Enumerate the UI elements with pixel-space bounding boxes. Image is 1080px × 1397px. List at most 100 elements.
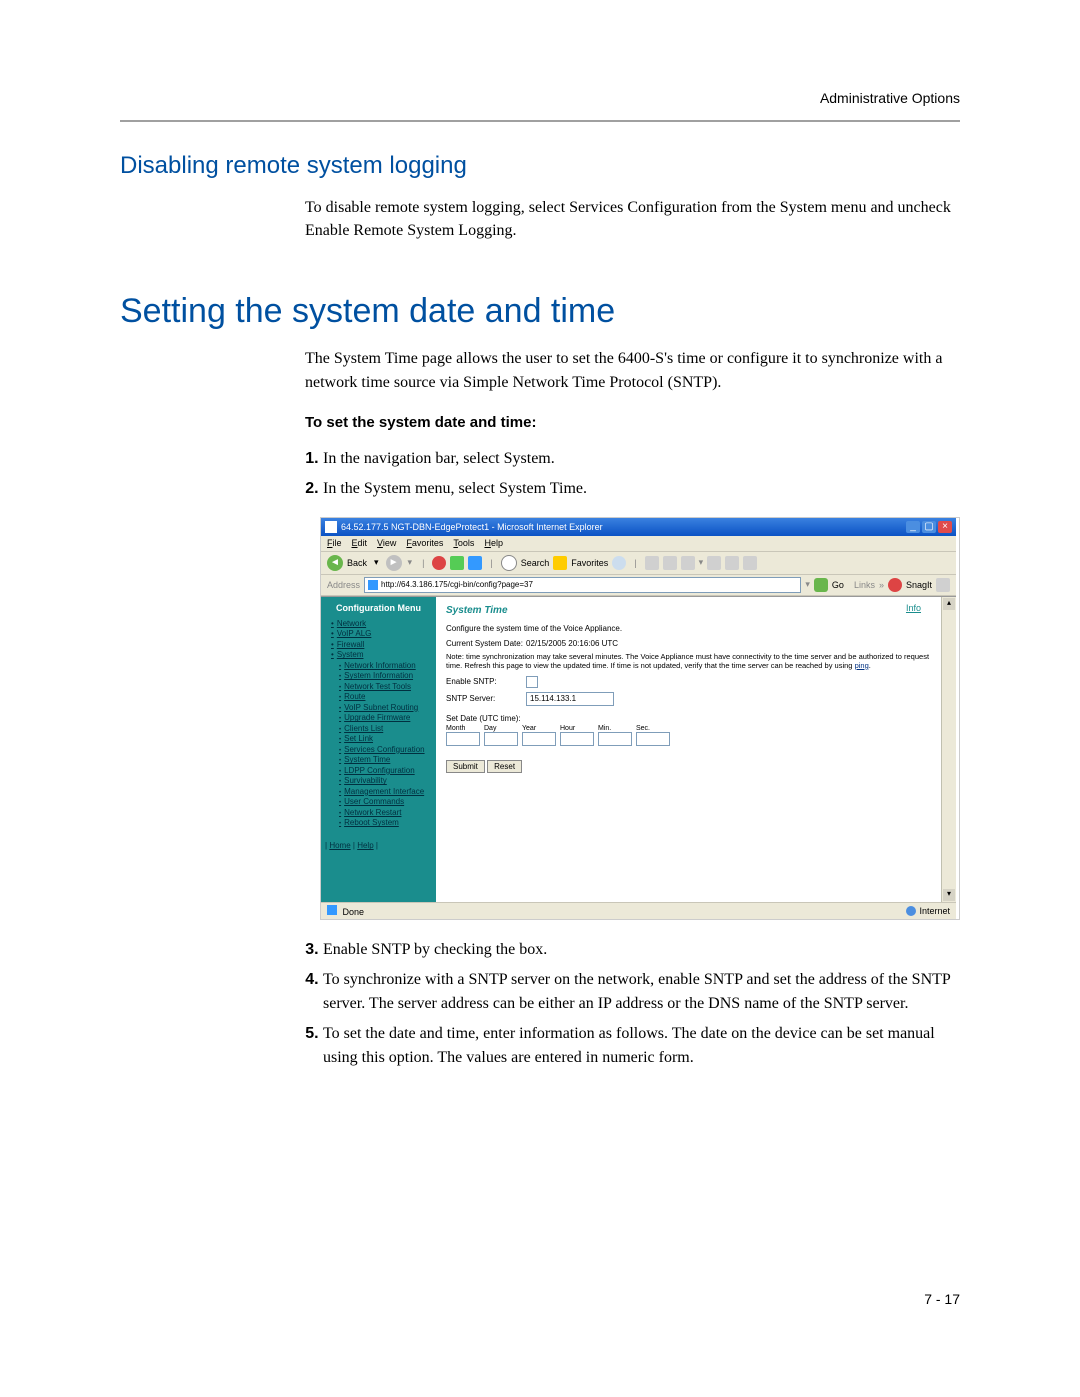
refresh-icon[interactable] xyxy=(450,556,464,570)
page-icon xyxy=(368,580,378,590)
search-icon[interactable] xyxy=(501,555,517,571)
go-button[interactable] xyxy=(814,578,828,592)
nav-item-network[interactable]: Network xyxy=(331,619,432,628)
status-done: Done xyxy=(343,907,365,917)
step-item: Enable SNTP by checking the box. xyxy=(323,938,960,962)
step-item: To synchronize with a SNTP server on the… xyxy=(323,968,960,1016)
menu-tools[interactable]: Tools xyxy=(453,538,474,548)
status-zone: Internet xyxy=(919,906,950,916)
menu-view[interactable]: View xyxy=(377,538,396,548)
menu-file[interactable]: File xyxy=(327,538,342,548)
snagit-icon[interactable] xyxy=(888,578,902,592)
page-icon xyxy=(327,905,337,915)
section-heading-setting-time: Setting the system date and time xyxy=(120,292,960,331)
back-button[interactable]: ◄ xyxy=(327,555,343,571)
favorites-icon[interactable] xyxy=(553,556,567,570)
sntp-server-input[interactable]: 15.114.133.1 xyxy=(526,692,614,706)
msgr-icon[interactable] xyxy=(725,556,739,570)
menu-edit[interactable]: Edit xyxy=(352,538,368,548)
nav-item-voip-alg[interactable]: VoIP ALG xyxy=(331,629,432,638)
panel-description: Configure the system time of the Voice A… xyxy=(446,624,931,633)
minimize-button[interactable]: _ xyxy=(906,521,920,533)
info-link[interactable]: Info xyxy=(906,603,921,613)
nav-item-system[interactable]: System xyxy=(331,650,432,659)
menu-help[interactable]: Help xyxy=(484,538,503,548)
ie-content-area: Configuration Menu Network VoIP ALG Fire… xyxy=(321,596,956,902)
steps-list-after: Enable SNTP by checking the box. To sync… xyxy=(295,938,960,1070)
nav-sub-item[interactable]: Route xyxy=(331,692,432,701)
print-icon[interactable] xyxy=(663,556,677,570)
edit-icon[interactable] xyxy=(681,556,695,570)
nav-sub-item[interactable]: System Information xyxy=(331,671,432,680)
min-input[interactable] xyxy=(598,732,632,746)
vertical-scrollbar[interactable]: ▴ ▾ xyxy=(941,597,956,902)
ie-toolbar: ◄ Back ▾ ► ▾ | | Search Favorites | ▾ xyxy=(321,552,956,575)
nav-sub-item[interactable]: Reboot System xyxy=(331,818,432,827)
menu-favorites[interactable]: Favorites xyxy=(406,538,443,548)
sec-input[interactable] xyxy=(636,732,670,746)
nav-sub-item[interactable]: LDPP Configuration xyxy=(331,766,432,775)
search-label: Search xyxy=(521,558,550,568)
nav-sub-item[interactable]: Network Restart xyxy=(331,808,432,817)
page-header-right: Administrative Options xyxy=(820,90,960,106)
nav-footer: | Home | Help | xyxy=(325,841,432,850)
submit-button[interactable]: Submit xyxy=(446,760,485,773)
col-day: Day xyxy=(484,725,496,732)
discuss-icon[interactable] xyxy=(707,556,721,570)
enable-sntp-checkbox[interactable] xyxy=(526,676,538,688)
section1-body: To disable remote system logging, select… xyxy=(305,196,960,242)
close-button[interactable]: × xyxy=(938,521,952,533)
history-icon[interactable] xyxy=(612,556,626,570)
nav-sub-item[interactable]: System Time xyxy=(331,755,432,764)
reset-button[interactable]: Reset xyxy=(487,760,522,773)
address-value: http://64.3.186.175/cgi-bin/config?page=… xyxy=(381,580,533,589)
address-input[interactable]: http://64.3.186.175/cgi-bin/config?page=… xyxy=(364,577,801,593)
step-item: In the System menu, select System Time. xyxy=(323,477,960,501)
maximize-button[interactable]: ▢ xyxy=(922,521,936,533)
nav-sub-item[interactable]: Network Test Tools xyxy=(331,682,432,691)
snagit-label: SnagIt xyxy=(906,580,932,590)
favorites-label: Favorites xyxy=(571,558,608,568)
panel-content: System Time Info Configure the system ti… xyxy=(436,597,941,902)
links-label: Links xyxy=(854,580,875,590)
ie-window: 64.52.177.5 NGT-DBN-EdgeProtect1 - Micro… xyxy=(321,518,956,919)
ping-link[interactable]: ping xyxy=(855,661,869,670)
month-input[interactable] xyxy=(446,732,480,746)
year-input[interactable] xyxy=(522,732,556,746)
nav-sub-item[interactable]: Set Link xyxy=(331,734,432,743)
current-date-label: Current System Date: xyxy=(446,639,526,648)
nav-home-link[interactable]: Home xyxy=(329,841,350,850)
mail-icon[interactable] xyxy=(645,556,659,570)
snagit-extra-icon[interactable] xyxy=(936,578,950,592)
extra-icon[interactable] xyxy=(743,556,757,570)
nav-sub-item[interactable]: Clients List xyxy=(331,724,432,733)
screenshot-figure: 64.52.177.5 NGT-DBN-EdgeProtect1 - Micro… xyxy=(320,517,960,920)
nav-sub-item[interactable]: VoIP Subnet Routing xyxy=(331,703,432,712)
go-label: Go xyxy=(832,580,844,590)
home-icon[interactable] xyxy=(468,556,482,570)
day-input[interactable] xyxy=(484,732,518,746)
nav-help-link[interactable]: Help xyxy=(357,841,373,850)
stop-icon[interactable] xyxy=(432,556,446,570)
nav-heading: Configuration Menu xyxy=(325,603,432,613)
nav-sub-item[interactable]: Services Configuration xyxy=(331,745,432,754)
globe-icon xyxy=(906,906,916,916)
ie-app-icon xyxy=(325,521,337,533)
nav-sub-item[interactable]: Management Interface xyxy=(331,787,432,796)
scroll-down-icon[interactable]: ▾ xyxy=(943,889,955,901)
current-date-value: 02/15/2005 20:16:06 UTC xyxy=(526,639,618,648)
nav-sub-item[interactable]: Survivability xyxy=(331,776,432,785)
nav-item-firewall[interactable]: Firewall xyxy=(331,640,432,649)
scroll-up-icon[interactable]: ▴ xyxy=(943,598,955,610)
dropdown-icon[interactable]: ▾ xyxy=(374,557,379,568)
ie-titlebar: 64.52.177.5 NGT-DBN-EdgeProtect1 - Micro… xyxy=(321,518,956,536)
nav-sub-item[interactable]: User Commands xyxy=(331,797,432,806)
nav-sub-item[interactable]: Network Information xyxy=(331,661,432,670)
step-item: To set the date and time, enter informat… xyxy=(323,1022,960,1070)
steps-list-before: In the navigation bar, select System. In… xyxy=(295,447,960,501)
ie-statusbar: Done Internet xyxy=(321,902,956,919)
nav-sub-item[interactable]: Upgrade Firmware xyxy=(331,713,432,722)
hour-input[interactable] xyxy=(560,732,594,746)
set-date-label: Set Date (UTC time): xyxy=(446,714,931,723)
ie-addressbar: Address http://64.3.186.175/cgi-bin/conf… xyxy=(321,575,956,596)
